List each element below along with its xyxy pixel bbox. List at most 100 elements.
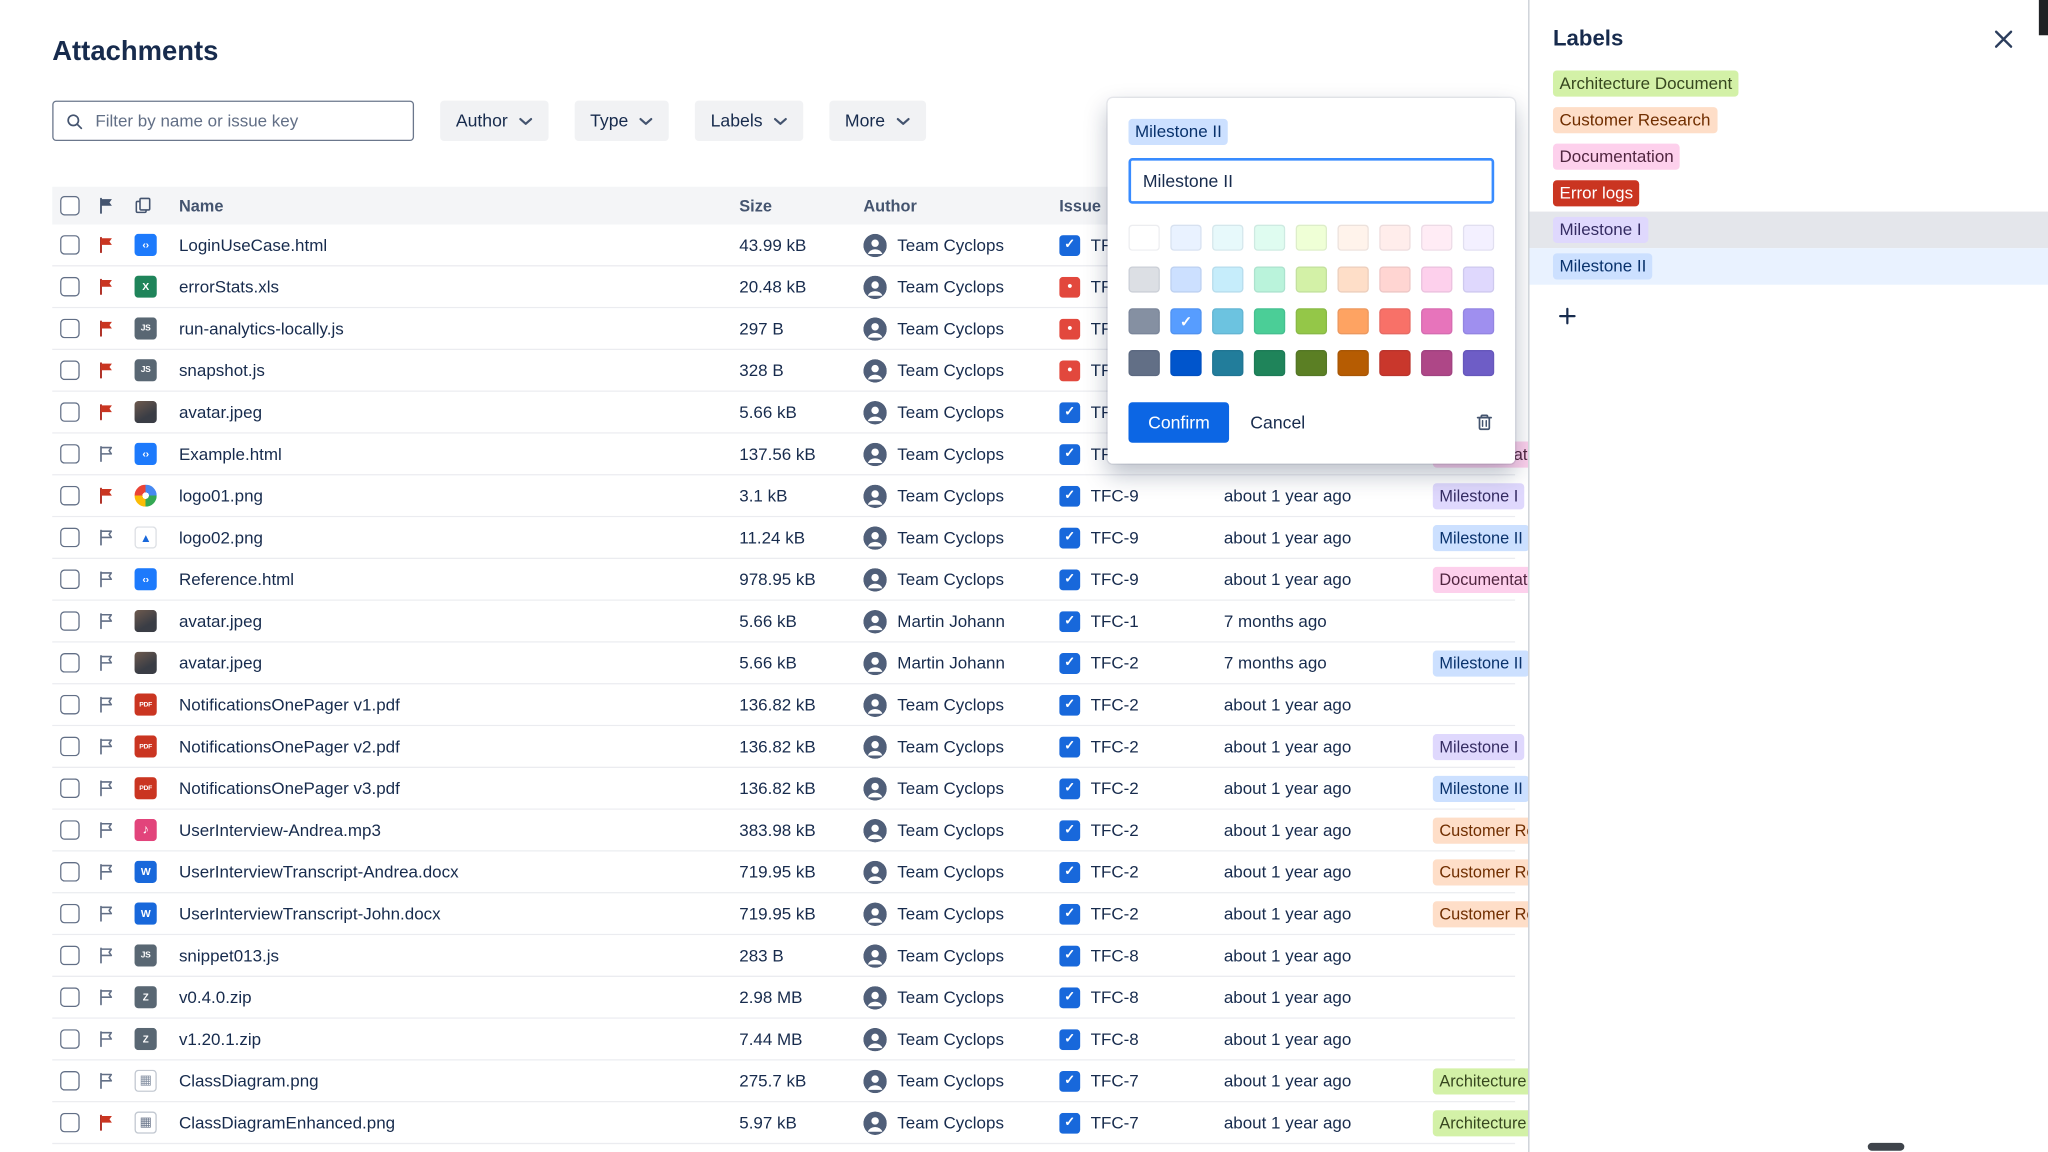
- flag-outline-icon[interactable]: [98, 989, 115, 1006]
- flag-outline-icon[interactable]: [98, 947, 115, 964]
- table-row[interactable]: PDFNotificationsOnePager v1.pdf136.82 kB…: [52, 684, 1515, 726]
- row-checkbox[interactable]: [60, 360, 80, 380]
- row-checkbox[interactable]: [60, 569, 80, 589]
- table-row[interactable]: PDFNotificationsOnePager v3.pdf136.82 kB…: [52, 768, 1515, 810]
- file-name[interactable]: ClassDiagram.png: [179, 1071, 739, 1091]
- row-checkbox[interactable]: [60, 737, 80, 757]
- file-name[interactable]: NotificationsOnePager v2.pdf: [179, 737, 739, 757]
- row-label-chip[interactable]: Customer Research: [1433, 859, 1528, 885]
- color-swatch[interactable]: [1170, 350, 1201, 376]
- color-swatch[interactable]: [1463, 266, 1494, 292]
- flag-outline-icon[interactable]: [98, 571, 115, 588]
- color-swatch[interactable]: [1212, 308, 1243, 334]
- labels-list-item[interactable]: Milestone II: [1529, 248, 2048, 285]
- row-checkbox[interactable]: [60, 946, 80, 966]
- issue-key[interactable]: TFC-1: [1091, 611, 1139, 631]
- file-name[interactable]: avatar.jpeg: [179, 402, 739, 422]
- color-swatch[interactable]: [1421, 266, 1452, 292]
- panel-label-chip[interactable]: Error logs: [1553, 180, 1640, 206]
- file-name[interactable]: avatar.jpeg: [179, 653, 739, 673]
- row-checkbox[interactable]: [60, 1113, 80, 1133]
- row-checkbox[interactable]: [60, 987, 80, 1007]
- color-swatch[interactable]: [1254, 350, 1285, 376]
- flag-icon[interactable]: [98, 236, 115, 253]
- table-row[interactable]: WUserInterviewTranscript-Andrea.docx719.…: [52, 852, 1515, 894]
- color-swatch[interactable]: [1128, 225, 1159, 251]
- color-swatch[interactable]: [1128, 266, 1159, 292]
- file-name[interactable]: ClassDiagramEnhanced.png: [179, 1113, 739, 1133]
- row-checkbox[interactable]: [60, 528, 80, 548]
- filter-dropdown-type[interactable]: Type: [574, 101, 668, 141]
- row-checkbox[interactable]: [60, 778, 80, 798]
- issue-key[interactable]: TFC-2: [1091, 778, 1139, 798]
- panel-label-chip[interactable]: Customer Research: [1553, 107, 1717, 133]
- filter-dropdown-labels[interactable]: Labels: [695, 101, 803, 141]
- file-name[interactable]: logo01.png: [179, 486, 739, 506]
- flag-icon[interactable]: [98, 362, 115, 379]
- row-checkbox[interactable]: [60, 444, 80, 464]
- color-swatch[interactable]: [1296, 225, 1327, 251]
- table-row[interactable]: JSsnippet013.js283 BTeam Cyclops✓TFC-8ab…: [52, 935, 1515, 977]
- row-checkbox[interactable]: [60, 486, 80, 506]
- flag-outline-icon[interactable]: [98, 529, 115, 546]
- flag-icon[interactable]: [98, 404, 115, 421]
- issue-key[interactable]: TFC-2: [1091, 820, 1139, 840]
- file-name[interactable]: v1.20.1.zip: [179, 1029, 739, 1049]
- file-name[interactable]: Reference.html: [179, 569, 739, 589]
- panel-label-chip[interactable]: Milestone I: [1553, 217, 1648, 243]
- table-row[interactable]: ▦ClassDiagram.png275.7 kBTeam Cyclops✓TF…: [52, 1061, 1515, 1103]
- filter-dropdown-author[interactable]: Author: [440, 101, 548, 141]
- color-swatch[interactable]: [1296, 266, 1327, 292]
- row-checkbox[interactable]: [60, 653, 80, 673]
- color-swatch[interactable]: [1337, 225, 1368, 251]
- color-swatch[interactable]: [1212, 266, 1243, 292]
- issue-key[interactable]: TFC-7: [1091, 1113, 1139, 1133]
- file-name[interactable]: snapshot.js: [179, 360, 739, 380]
- color-swatch[interactable]: [1212, 350, 1243, 376]
- row-checkbox[interactable]: [60, 611, 80, 631]
- flag-outline-icon[interactable]: [98, 445, 115, 462]
- file-name[interactable]: LoginUseCase.html: [179, 235, 739, 255]
- row-checkbox[interactable]: [60, 319, 80, 339]
- file-name[interactable]: NotificationsOnePager v1.pdf: [179, 695, 739, 715]
- table-row[interactable]: PDFNotificationsOnePager v2.pdf136.82 kB…: [52, 726, 1515, 768]
- panel-label-chip[interactable]: Documentation: [1553, 144, 1680, 170]
- row-label-chip[interactable]: Milestone I: [1433, 483, 1525, 509]
- filter-input[interactable]: [93, 110, 401, 132]
- issue-key[interactable]: TFC-8: [1091, 946, 1139, 966]
- color-swatch[interactable]: [1463, 308, 1494, 334]
- row-checkbox[interactable]: [60, 235, 80, 255]
- color-swatch[interactable]: [1170, 266, 1201, 292]
- labels-list-item[interactable]: Milestone I: [1529, 212, 2048, 249]
- row-label-chip[interactable]: Milestone II: [1433, 650, 1528, 676]
- panel-label-chip[interactable]: Milestone II: [1553, 253, 1653, 279]
- flag-outline-icon[interactable]: [98, 654, 115, 671]
- color-swatch[interactable]: [1379, 225, 1410, 251]
- issue-key[interactable]: TFC-7: [1091, 1071, 1139, 1091]
- color-swatch[interactable]: [1463, 350, 1494, 376]
- file-name[interactable]: UserInterviewTranscript-Andrea.docx: [179, 862, 739, 882]
- flag-outline-icon[interactable]: [98, 1031, 115, 1048]
- file-name[interactable]: logo02.png: [179, 528, 739, 548]
- color-swatch[interactable]: [1296, 308, 1327, 334]
- flag-icon[interactable]: [98, 320, 115, 337]
- flag-outline-icon[interactable]: [98, 863, 115, 880]
- color-swatch[interactable]: [1379, 266, 1410, 292]
- row-checkbox[interactable]: [60, 862, 80, 882]
- flag-outline-icon[interactable]: [98, 1072, 115, 1089]
- color-swatch[interactable]: [1170, 225, 1201, 251]
- flag-outline-icon[interactable]: [98, 696, 115, 713]
- color-swatch[interactable]: [1379, 308, 1410, 334]
- table-row[interactable]: Zv1.20.1.zip7.44 MBTeam Cyclops✓TFC-8abo…: [52, 1019, 1515, 1061]
- file-name[interactable]: snippet013.js: [179, 946, 739, 966]
- vertical-scrollbar-thumb[interactable]: [2039, 0, 2048, 35]
- file-name[interactable]: errorStats.xls: [179, 277, 739, 297]
- row-label-chip[interactable]: Architecture Document: [1433, 1110, 1528, 1136]
- color-swatch[interactable]: [1421, 225, 1452, 251]
- flag-outline-icon[interactable]: [98, 738, 115, 755]
- color-swatch[interactable]: [1379, 350, 1410, 376]
- row-label-chip[interactable]: Customer Research: [1433, 817, 1528, 843]
- table-row[interactable]: Zv0.4.0.zip2.98 MBTeam Cyclops✓TFC-8abou…: [52, 977, 1515, 1019]
- color-swatch[interactable]: [1254, 308, 1285, 334]
- row-checkbox[interactable]: [60, 402, 80, 422]
